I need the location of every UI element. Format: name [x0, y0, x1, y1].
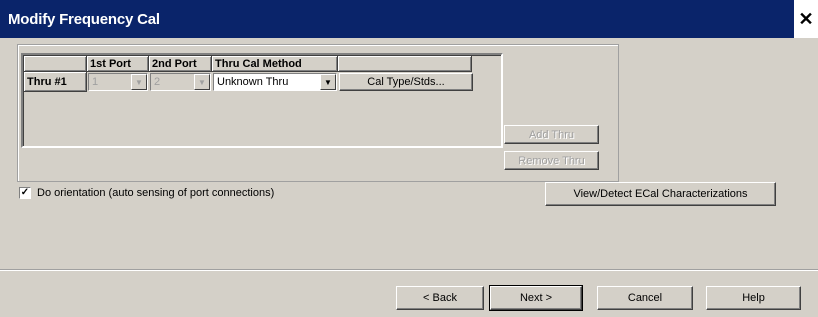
port2-select: 2 ▼	[150, 73, 211, 91]
chevron-down-icon: ▼	[194, 74, 210, 90]
back-button[interactable]: < Back	[396, 286, 484, 310]
help-button[interactable]: Help	[706, 286, 801, 310]
port1-value: 1	[92, 76, 99, 88]
cancel-button[interactable]: Cancel	[597, 286, 693, 310]
chevron-down-icon[interactable]: ▼	[320, 74, 336, 90]
window-title: Modify Frequency Cal	[8, 10, 160, 28]
orientation-option[interactable]: ✓ Do orientation (auto sensing of port c…	[19, 187, 274, 199]
view-detect-ecal-button[interactable]: View/Detect ECal Characterizations	[545, 182, 776, 206]
grid-header-method: Thru Cal Method	[212, 56, 338, 72]
thru-method-value: Unknown Thru	[217, 76, 289, 88]
grid-header-port1: 1st Port	[87, 56, 149, 72]
row-header-thru1: Thru #1	[24, 72, 87, 92]
close-icon[interactable]: ✕	[794, 0, 818, 38]
orientation-checkbox[interactable]: ✓	[19, 187, 31, 199]
thru-grid: 1st Port 2nd Port Thru Cal Method Thru #…	[21, 53, 503, 148]
grid-header-extra	[338, 56, 472, 72]
next-button[interactable]: Next >	[489, 285, 583, 311]
cal-type-stds-button[interactable]: Cal Type/Stds...	[339, 73, 473, 91]
footer-separator-highlight	[0, 270, 818, 271]
chevron-down-icon: ▼	[131, 74, 147, 90]
title-bar: Modify Frequency Cal ✕	[0, 0, 818, 38]
orientation-label: Do orientation (auto sensing of port con…	[37, 187, 275, 199]
port2-value: 2	[154, 76, 161, 88]
grid-header-corner	[24, 56, 87, 72]
add-thru-button[interactable]: Add Thru	[504, 125, 599, 144]
thru-method-select[interactable]: Unknown Thru ▼	[213, 73, 337, 91]
port1-select: 1 ▼	[88, 73, 148, 91]
grid-header-port2: 2nd Port	[149, 56, 212, 72]
remove-thru-button[interactable]: Remove Thru	[504, 151, 599, 170]
